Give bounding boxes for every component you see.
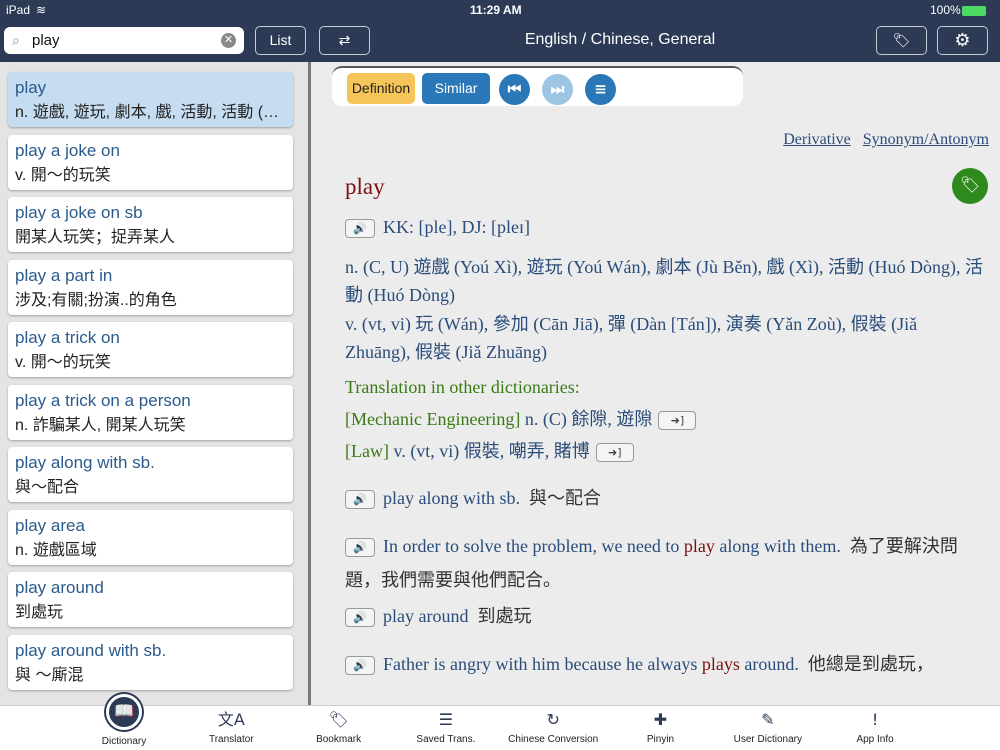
list-item[interactable]: play a part in 涉及;有關;扮演..的角色	[8, 259, 293, 315]
list-item-definition: 涉及;有關;扮演..的角色	[15, 291, 177, 309]
list-item-word: play a joke on	[15, 140, 120, 160]
list-item-definition: v. 開～的玩笑	[15, 166, 111, 184]
tab-dictionary[interactable]: 📖 Dictionary	[74, 694, 174, 747]
list-item-word: play a part in	[15, 265, 113, 285]
tab-icon: ✎	[761, 710, 775, 729]
list-item-definition: n. 遊戲, 遊玩, 劇本, 戲, 活動, 活動 (Huó Dòng)	[15, 104, 286, 121]
speaker-icon[interactable]: 🔊	[345, 490, 375, 510]
battery-percent: 100%	[930, 3, 961, 17]
list-item[interactable]: play a joke on sb 開某人玩笑；捉弄某人	[8, 197, 293, 252]
example-sentence: 🔊 In order to solve the problem, we need …	[345, 536, 958, 590]
other-dict-entry: [Mechanic Engineering] n. (C) 餘隙, 遊隙 ➜]	[345, 405, 985, 433]
tab-icon: ✚	[653, 710, 668, 729]
previous-icon[interactable]: ⏮	[499, 74, 530, 105]
list-item-word: play a trick on a person	[15, 390, 191, 410]
synonym-link[interactable]: Synonym/Antonym	[863, 131, 989, 148]
tab-icon: ↻	[546, 710, 560, 729]
tab-bookmark[interactable]: 🏷 Bookmark	[289, 706, 389, 745]
list-button[interactable]: List	[255, 26, 306, 55]
header: ⌕ play ✕ List ⇄ English / Chinese, Gener…	[0, 20, 1000, 62]
goto-icon[interactable]: ➜]	[658, 411, 697, 431]
list-item[interactable]: play a trick on a person n. 詐騙某人, 開某人玩笑	[8, 384, 293, 440]
list-item-definition: v. 開～的玩笑	[15, 354, 111, 371]
headword: play	[345, 174, 385, 199]
tab-icon: 🏷	[328, 710, 349, 729]
list-item-word: play area	[15, 515, 85, 535]
dictionary-title[interactable]: English / Chinese, General	[460, 31, 780, 49]
tab-translator[interactable]: 文A Translator	[181, 706, 281, 745]
list-item[interactable]: play a trick on v. 開～的玩笑	[8, 322, 293, 377]
list-item-word: play along with sb.	[15, 453, 155, 472]
tab-pinyin[interactable]: ✚ Pinyin	[611, 706, 711, 745]
search-input[interactable]: ⌕ play ✕	[4, 27, 244, 54]
list-item[interactable]: play along with sb. 與～配合	[8, 447, 293, 502]
example-sentence: 🔊 play around 到處玩	[345, 599, 985, 633]
dictionary-icon: 📖	[106, 694, 142, 730]
tab-icon: ☰	[438, 710, 454, 729]
word-list[interactable]: playn. 遊戲, 遊玩, 劇本, 戲, 活動, 活動 (Huó Dòng)p…	[0, 62, 308, 705]
goto-icon[interactable]: ➜]	[595, 443, 634, 463]
clock: 11:29 AM	[470, 3, 522, 17]
device-label: iPad	[6, 3, 31, 17]
definition-toolbar: Definition Similar ⏮ ⏭ ≡	[332, 66, 743, 106]
speaker-icon[interactable]: 🔊	[345, 538, 375, 558]
list-item-definition: n. 詐騙某人, 開某人玩笑	[15, 416, 186, 434]
definition-panel: Definition Similar ⏮ ⏭ ≡ Derivative Syno…	[311, 62, 1000, 705]
noun-definition: n. (C, U) 遊戲 (Yoú Xì), 遊玩 (Yoú Wán), 劇本 …	[345, 257, 983, 305]
speaker-icon[interactable]: 🔊	[345, 608, 375, 628]
wifi-icon: ≋	[36, 3, 47, 17]
related-links: Derivative Synonym/Antonym	[775, 131, 989, 149]
next-icon[interactable]: ⏭	[542, 74, 573, 105]
list-item-definition: 與 ～廝混	[15, 666, 84, 684]
list-item[interactable]: play n. 遊戲, 遊玩, 劇本, 戲, 活動, 活動 (Huó Dòng)	[8, 72, 293, 127]
speaker-icon[interactable]: 🔊	[345, 219, 375, 239]
list-item[interactable]: play area n. 遊戲區域	[8, 509, 293, 565]
list-item-definition: 與～配合	[15, 479, 80, 496]
search-icon: ⌕	[12, 32, 20, 48]
list-item-word: play around with sb.	[15, 640, 167, 660]
other-dict-entry: [Law] v. (vt, vi) 假裝, 嘲弄, 賭博 ➜]	[345, 437, 985, 465]
list-item-word: play	[15, 78, 47, 97]
list-item-definition: 開某人玩笑；捉弄某人	[15, 229, 176, 246]
status-bar: iPad ≋ 11:29 AM 100%	[0, 0, 1000, 20]
example-sentence: 🔊 Father is angry with him because he alw…	[345, 647, 985, 681]
list-item-word: play around	[15, 578, 104, 597]
tab-chinese-conversion[interactable]: ↻ Chinese Conversion	[503, 706, 603, 745]
definition-tab[interactable]: Definition	[347, 73, 415, 104]
list-item-definition: n. 遊戲區域	[15, 541, 97, 559]
tab-icon: 文A	[217, 710, 245, 729]
tab-icon: !	[871, 710, 879, 729]
bookmark-tag-button[interactable]: 🏷	[876, 26, 927, 55]
list-item[interactable]: play around with sb. 與 ～廝混	[8, 634, 293, 690]
other-dict-heading: Translation in other dictionaries:	[345, 377, 580, 397]
derivative-link[interactable]: Derivative	[783, 131, 851, 148]
list-item[interactable]: play a joke on v. 開～的玩笑	[8, 134, 293, 190]
settings-gear-icon[interactable]: ⚙	[937, 26, 988, 55]
switch-panel-button[interactable]: ⇄	[319, 26, 370, 55]
example-sentence: 🔊 play along with sb. 與～配合	[345, 481, 985, 515]
list-item-definition: 到處玩	[15, 604, 64, 621]
list-item-word: play a joke on sb	[15, 203, 143, 222]
pronunciation: KK: [ple], DJ: [pleɪ]	[383, 217, 530, 237]
verb-definition: v. (vt, vi) 玩 (Wán), 參加 (Cān Jiā), 彈 (Dà…	[345, 314, 918, 362]
list-item-word: play a trick on	[15, 328, 120, 347]
tab-user-dictionary[interactable]: ✎ User Dictionary	[718, 706, 818, 745]
list-item[interactable]: play around 到處玩	[8, 572, 293, 627]
bookmark-tag-icon[interactable]: 🏷	[952, 168, 988, 204]
speaker-icon[interactable]: 🔊	[345, 656, 375, 676]
search-value[interactable]: play	[32, 32, 60, 49]
tab-app-info[interactable]: ! App Info	[825, 706, 925, 745]
tab-saved-trans-[interactable]: ☰ Saved Trans.	[396, 706, 496, 745]
battery-icon	[962, 6, 986, 16]
tab-bar: 📖 Dictionary 文A Translator 🏷 Bookmark ☰ Saved T…	[0, 694, 1000, 750]
clear-icon[interactable]: ✕	[221, 33, 236, 48]
similar-tab[interactable]: Similar	[422, 73, 490, 104]
note-icon[interactable]: ≡	[585, 74, 616, 105]
